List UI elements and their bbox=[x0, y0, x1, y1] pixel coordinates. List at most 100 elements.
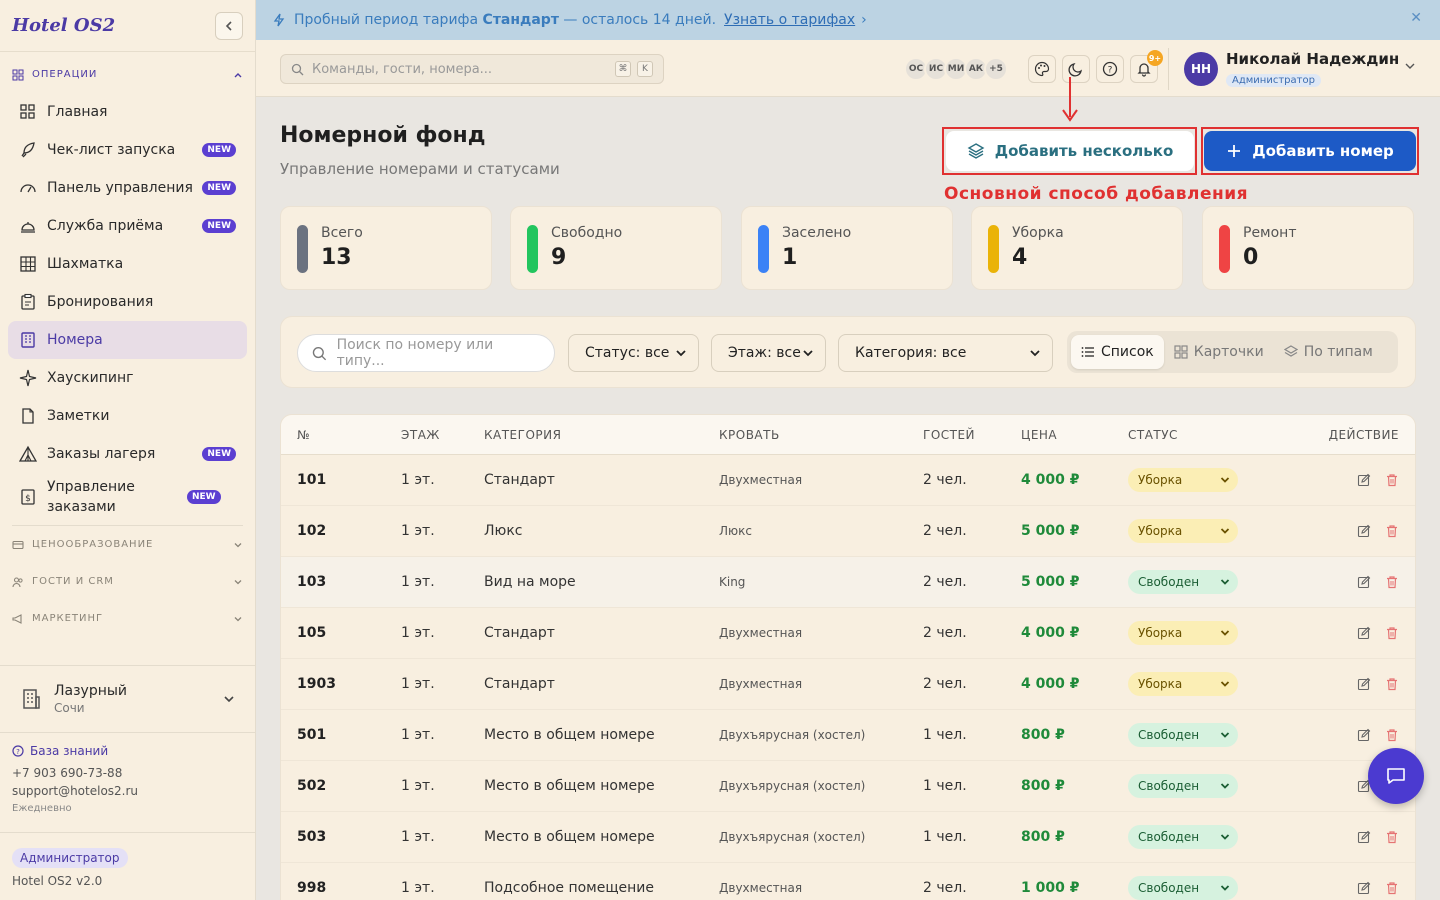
chat-bubble-icon bbox=[1387, 768, 1405, 784]
table-row[interactable]: 502 1 эт. Место в общем номере Двухъярусная… bbox=[281, 761, 1415, 812]
sidebar-item[interactable]: Шахматка bbox=[8, 245, 247, 283]
section-operations[interactable]: ОПЕРАЦИИ bbox=[0, 56, 255, 93]
user-avatar: НН bbox=[1184, 51, 1218, 86]
new-badge: NEW bbox=[187, 490, 221, 504]
status-select[interactable]: Свободен bbox=[1128, 825, 1238, 849]
trash-icon[interactable] bbox=[1385, 881, 1399, 895]
hotel-selector[interactable]: Лазурный Сочи bbox=[0, 665, 255, 733]
edit-icon[interactable] bbox=[1357, 830, 1371, 844]
view-cards-tab[interactable]: Карточки bbox=[1164, 335, 1274, 369]
room-floor: 1 эт. bbox=[401, 829, 435, 845]
view-types-tab[interactable]: По типам bbox=[1274, 335, 1383, 369]
sidebar-item-label: Заказы лагеря bbox=[47, 446, 156, 462]
table-row[interactable]: 105 1 эт. Стандарт Двухместная 2 чел. 4 000 ₽… bbox=[281, 608, 1415, 659]
room-bed: King bbox=[719, 575, 746, 589]
sidebar-section[interactable]: АНАЛИТИКА bbox=[0, 637, 255, 644]
table-row[interactable]: 1903 1 эт. Стандарт Двухместная 2 чел. 4 000 … bbox=[281, 659, 1415, 710]
column-header[interactable]: СТАТУС bbox=[1128, 428, 1296, 442]
table-row[interactable]: 103 1 эт. Вид на море King 2 чел. 5 000 ₽ Своб… bbox=[281, 557, 1415, 608]
column-header[interactable]: ЭТАЖ bbox=[401, 428, 484, 442]
knowledge-base-link[interactable]: ? База знаний bbox=[12, 742, 138, 760]
column-header[interactable]: ГОСТЕЙ bbox=[923, 428, 1021, 442]
sidebar-item[interactable]: Заказы лагеря NEW bbox=[8, 435, 247, 473]
banner-tariffs-link[interactable]: Узнать о тарифах bbox=[724, 12, 855, 28]
edit-icon[interactable] bbox=[1357, 728, 1371, 742]
sidebar-section[interactable]: ГОСТИ И CRM bbox=[0, 563, 255, 600]
sidebar-item[interactable]: Хаускипинг bbox=[8, 359, 247, 397]
status-select[interactable]: Уборка bbox=[1128, 621, 1238, 645]
edit-icon[interactable] bbox=[1357, 524, 1371, 538]
table-row[interactable]: 998 1 эт. Подсобное помещение Двухместная 2 … bbox=[281, 863, 1415, 900]
support-phone[interactable]: +7 903 690-73-88 bbox=[12, 764, 138, 782]
collapse-sidebar-button[interactable] bbox=[215, 11, 243, 40]
room-bed: Двухместная bbox=[719, 677, 803, 691]
trash-icon[interactable] bbox=[1385, 473, 1399, 487]
column-header[interactable]: ЦЕНА bbox=[1021, 428, 1128, 442]
sidebar-item[interactable]: Главная bbox=[8, 93, 247, 131]
help-button[interactable]: ? bbox=[1096, 55, 1124, 83]
chevron-down-icon bbox=[1220, 834, 1230, 840]
online-users[interactable]: ОС ИС МИ АК +5 bbox=[904, 57, 1008, 81]
table-row[interactable]: 102 1 эт. Люкс Люкс 2 чел. 5 000 ₽ Уборка bbox=[281, 506, 1415, 557]
view-list-tab[interactable]: Список bbox=[1071, 335, 1164, 369]
command-search-input[interactable]: Команды, гости, номера... ⌘ K bbox=[280, 54, 664, 84]
trash-icon[interactable] bbox=[1385, 728, 1399, 742]
trash-icon[interactable] bbox=[1385, 575, 1399, 589]
sidebar-item[interactable]: Номера bbox=[8, 321, 247, 359]
sidebar-item[interactable]: Заметки bbox=[8, 397, 247, 435]
trash-icon[interactable] bbox=[1385, 830, 1399, 844]
column-header[interactable]: КАТЕГОРИЯ bbox=[484, 428, 719, 442]
table-row[interactable]: 101 1 эт. Стандарт Двухместная 2 чел. 4 000 ₽… bbox=[281, 455, 1415, 506]
edit-icon[interactable] bbox=[1357, 473, 1371, 487]
sidebar-item-label: Главная bbox=[47, 104, 108, 120]
table-row[interactable]: 501 1 эт. Место в общем номере Двухъярусная… bbox=[281, 710, 1415, 761]
chat-button[interactable] bbox=[1368, 748, 1424, 804]
floor-filter-select[interactable]: Этаж: все bbox=[711, 334, 826, 372]
category-filter-select[interactable]: Категория: все bbox=[838, 334, 1053, 372]
close-icon[interactable]: ✕ bbox=[1410, 10, 1422, 26]
sidebar-item[interactable]: Бронирования bbox=[8, 283, 247, 321]
status-filter-select[interactable]: Статус: все bbox=[568, 334, 699, 372]
status-filter-value: Статус: все bbox=[585, 345, 670, 361]
column-header[interactable]: № bbox=[281, 428, 401, 442]
sidebar-item[interactable]: Панель управления NEW bbox=[8, 169, 247, 207]
status-select[interactable]: Уборка bbox=[1128, 672, 1238, 696]
room-number: 503 bbox=[297, 829, 327, 845]
status-select[interactable]: Свободен bbox=[1128, 570, 1238, 594]
trash-icon[interactable] bbox=[1385, 626, 1399, 640]
status-select[interactable]: Свободен bbox=[1128, 876, 1238, 900]
more-users-count[interactable]: +5 bbox=[984, 57, 1008, 81]
stat-label: Ремонт bbox=[1243, 225, 1297, 241]
annotation-label: Основной способ добавления bbox=[944, 184, 1249, 204]
user-menu[interactable]: НН Николай Надеждин Администратор bbox=[1184, 50, 1415, 87]
trash-icon[interactable] bbox=[1385, 524, 1399, 538]
stat-label: Уборка bbox=[1012, 225, 1064, 241]
status-select[interactable]: Уборка bbox=[1128, 468, 1238, 492]
sidebar-section[interactable]: ЦЕНООБРАЗОВАНИЕ bbox=[0, 526, 255, 563]
view-list-label: Список bbox=[1101, 344, 1154, 360]
edit-icon[interactable] bbox=[1357, 626, 1371, 640]
edit-icon[interactable] bbox=[1357, 575, 1371, 589]
sidebar-item[interactable]: $ Управление заказами NEW bbox=[8, 473, 247, 521]
sidebar-section[interactable]: МАРКЕТИНГ bbox=[0, 600, 255, 637]
edit-icon[interactable] bbox=[1357, 881, 1371, 895]
help-circle-icon: ? bbox=[1102, 61, 1118, 77]
room-bed: Двухъярусная (хостел) bbox=[719, 728, 866, 742]
trash-icon[interactable] bbox=[1385, 677, 1399, 691]
sidebar-item[interactable]: Служба приёма NEW bbox=[8, 207, 247, 245]
sidebar-item[interactable]: Чек-лист запуска NEW bbox=[8, 131, 247, 169]
support-email[interactable]: support@hotelos2.ru bbox=[12, 782, 138, 800]
status-select[interactable]: Свободен bbox=[1128, 723, 1238, 747]
notifications-button[interactable]: 9+ bbox=[1130, 50, 1163, 83]
room-search-input[interactable]: Поиск по номеру или типу... bbox=[297, 334, 555, 372]
table-row[interactable]: 503 1 эт. Место в общем номере Двухъярусная… bbox=[281, 812, 1415, 863]
status-select[interactable]: Свободен bbox=[1128, 774, 1238, 798]
edit-icon[interactable] bbox=[1357, 677, 1371, 691]
status-select[interactable]: Уборка bbox=[1128, 519, 1238, 543]
room-bed: Двухъярусная (хостел) bbox=[719, 830, 866, 844]
table-header: № ЭТАЖ КАТЕГОРИЯ КРОВАТЬ ГОСТЕЙ ЦЕНА СТА… bbox=[281, 415, 1415, 455]
banner-text-post: — осталось 14 дней. bbox=[558, 12, 717, 28]
column-header[interactable]: КРОВАТЬ bbox=[719, 428, 923, 442]
chevron-down-icon bbox=[803, 350, 813, 357]
theme-palette-button[interactable] bbox=[1028, 55, 1056, 83]
